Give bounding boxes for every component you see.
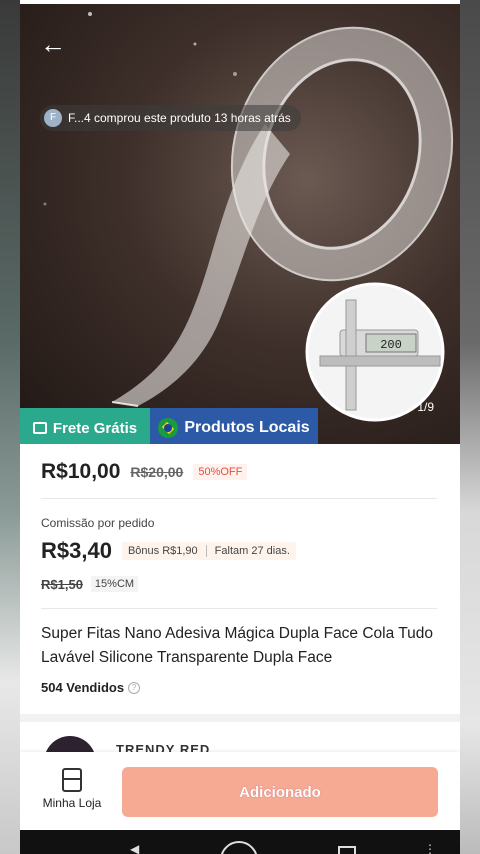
brazil-flag-icon: [158, 418, 179, 438]
local-products-label: Produtos Locais: [184, 419, 310, 436]
nav-recents-icon[interactable]: [338, 846, 356, 854]
image-counter: 1/9: [417, 400, 434, 414]
old-commission: R$1,50: [41, 576, 83, 592]
section-gap: [20, 714, 460, 722]
store-icon: [62, 768, 82, 792]
commission-row: R$3,40 Bônus R$1,90 Faltam 27 dias.: [41, 538, 296, 564]
my-store-button[interactable]: Minha Loja: [34, 768, 110, 810]
sold-count: 504 Vendidos: [41, 680, 125, 695]
nav-home-icon[interactable]: [220, 841, 258, 854]
sold-row: 504 Vendidos ?: [41, 680, 141, 695]
back-button[interactable]: ←: [40, 30, 68, 58]
free-shipping-label: Frete Grátis: [52, 419, 138, 437]
recent-purchase-toast: F F...4 comprou este produto 13 horas at…: [40, 105, 301, 131]
commission-amount: R$3,40: [41, 538, 112, 563]
remaining-days-text: Faltam 27 dias.: [214, 545, 290, 557]
commission-rate-row: R$1,50 15%CM: [41, 576, 139, 592]
added-button[interactable]: Adicionado: [122, 767, 438, 817]
divider: [41, 498, 437, 499]
commission-rate: 15%CM: [90, 576, 139, 592]
product-image-carousel[interactable]: 200 ← F F...4 comprou este produto 13 ho…: [20, 4, 460, 444]
commission-label: Comissão por pedido: [41, 516, 155, 530]
question-icon[interactable]: ?: [128, 681, 141, 694]
bonus-chip: Bônus R$1,90 Faltam 27 dias.: [121, 542, 296, 560]
original-price: R$20,00: [130, 464, 184, 480]
current-price: R$10,00: [41, 460, 121, 483]
divider: [41, 608, 437, 609]
buyer-avatar: F: [44, 109, 62, 127]
bonus-text: Bônus R$1,90: [127, 545, 198, 557]
product-image: 200: [43, 12, 454, 422]
chip-divider: [205, 545, 207, 557]
product-title: Super Fitas Nano Adesiva Mágica Dupla Fa…: [41, 625, 434, 666]
product-badges: Frete Grátis Produtos Locais: [20, 408, 318, 444]
my-store-label: Minha Loja: [42, 796, 102, 810]
recent-purchase-text: F...4 comprou este produto 13 horas atrá…: [68, 111, 291, 125]
price-row: R$10,00 R$20,00 50%OFF: [41, 460, 248, 484]
background-blur-right: [460, 0, 480, 854]
nav-menu-icon[interactable]: ⋮: [424, 842, 436, 854]
shipping-icon: [32, 422, 47, 434]
phone-screen: 200 ← F F...4 comprou este produto 13 ho…: [20, 0, 460, 854]
arrow-left-icon: ←: [40, 29, 66, 59]
caliper-reading: 200: [380, 338, 402, 352]
local-products-badge: Produtos Locais: [150, 408, 318, 444]
system-nav-bar: ◀ ⋮: [20, 830, 460, 854]
discount-badge: 50%OFF: [193, 464, 248, 480]
bottom-action-bar: Minha Loja Adicionado: [20, 752, 460, 830]
background-blur-left: [0, 0, 20, 854]
free-shipping-badge: Frete Grátis: [20, 408, 150, 444]
nav-back-icon[interactable]: ◀: [130, 842, 139, 854]
product-info: R$10,00 R$20,00 50%OFF Comissão por pedi…: [20, 444, 460, 714]
